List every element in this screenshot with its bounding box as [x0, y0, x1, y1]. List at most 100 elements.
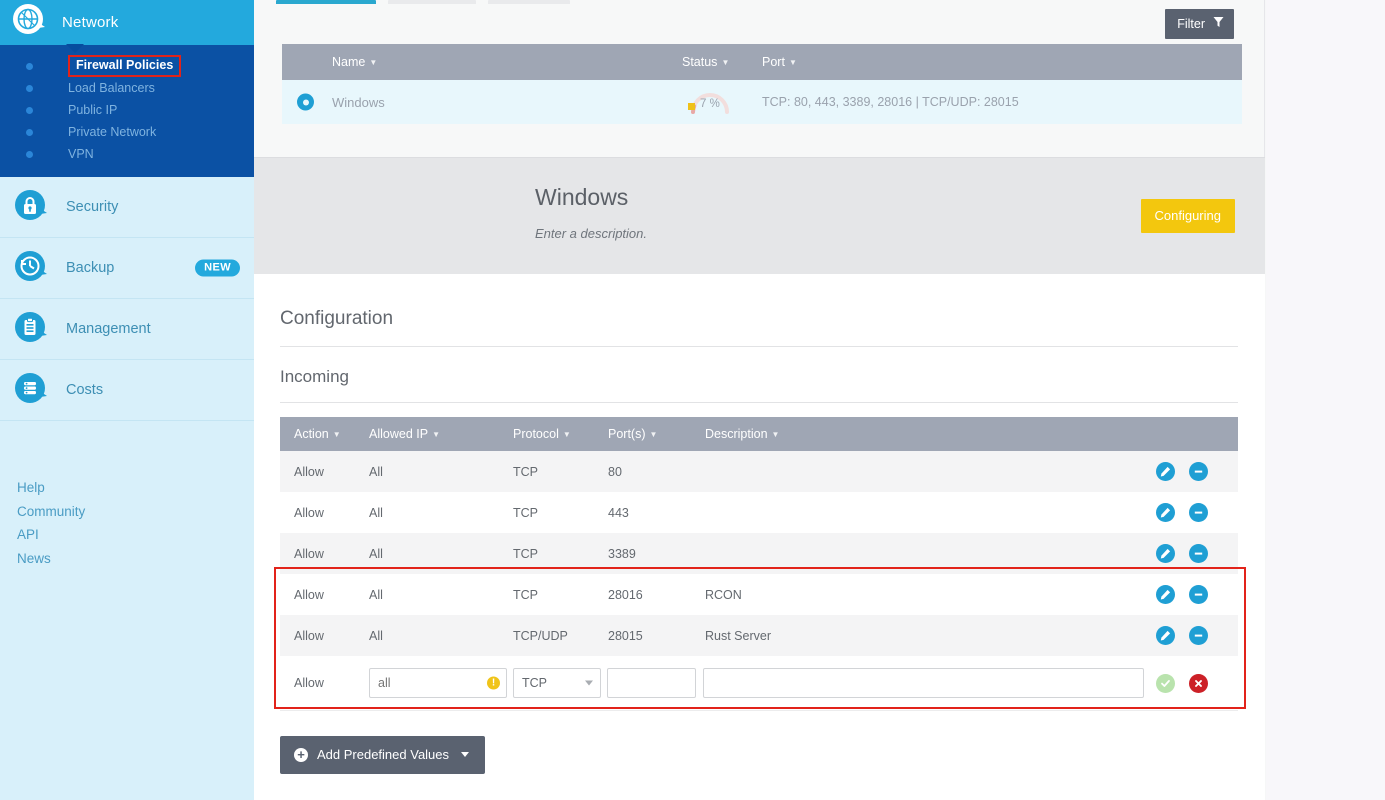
rule-protocol: TCP: [513, 464, 538, 479]
sidebar-link-api[interactable]: API: [17, 523, 254, 547]
sidebar-item-security[interactable]: Security: [0, 177, 254, 238]
edit-icon[interactable]: [1156, 585, 1175, 604]
sidebar-subnav: Firewall Policies Load Balancers Public …: [0, 45, 254, 177]
cancel-icon[interactable]: [1189, 673, 1208, 693]
policies-table: Name ▼ Status ▼ Port ▼ Windows 7 % TCP: …: [282, 44, 1242, 124]
table-row: Allow All TCP 80: [280, 451, 1238, 492]
add-predefined-values-button[interactable]: + Add Predefined Values: [280, 736, 486, 774]
sidebar: Network Firewall Policies Load Balancers…: [0, 0, 254, 800]
column-header-ports-label: Port(s): [608, 427, 646, 441]
edit-icon[interactable]: [1156, 626, 1175, 645]
rule-allowed-ip: All: [369, 628, 383, 643]
tab-strip: [276, 0, 1236, 5]
column-header-protocol[interactable]: Protocol ▼: [513, 427, 608, 441]
new-rule-action-label: Allow: [294, 676, 324, 690]
allowed-ip-field-wrap: !: [369, 668, 507, 698]
table-row: Allow All TCP 28016 RCON: [280, 574, 1238, 615]
column-header-description-label: Description: [705, 427, 768, 441]
column-header-port[interactable]: Port ▼: [762, 55, 1062, 69]
sidebar-item-firewall-policies[interactable]: Firewall Policies: [0, 55, 254, 77]
remove-icon[interactable]: [1189, 503, 1208, 522]
column-header-allowed-ip[interactable]: Allowed IP ▼: [369, 427, 513, 441]
caret-down-icon: ▼: [562, 430, 571, 439]
tab-1[interactable]: [276, 0, 376, 4]
sidebar-item-public-ip[interactable]: Public IP: [0, 99, 254, 121]
rule-protocol: TCP/UDP: [513, 628, 568, 643]
remove-icon[interactable]: [1189, 626, 1208, 645]
chevron-down-icon: [585, 680, 593, 686]
radio-selected-icon[interactable]: [297, 93, 314, 111]
protocol-select-wrap: [513, 668, 601, 698]
rule-ports: 443: [608, 505, 629, 520]
column-header-protocol-label: Protocol: [513, 427, 559, 441]
filter-button[interactable]: Filter: [1165, 9, 1234, 39]
column-header-port-label: Port: [762, 55, 785, 69]
content-panel: Filter Name ▼ Status ▼ Port ▼ Windows 7 …: [254, 0, 1265, 800]
column-header-allowed-ip-label: Allowed IP: [369, 427, 429, 441]
sidebar-item-costs[interactable]: Costs: [0, 360, 254, 421]
remove-icon[interactable]: [1189, 462, 1208, 481]
bullet-icon: [26, 107, 33, 114]
policy-status-cell: 7 %: [682, 87, 762, 117]
gauge-legend-swatch: [688, 103, 695, 110]
rule-allowed-ip: All: [369, 546, 383, 561]
sidebar-section-label: Security: [66, 199, 119, 215]
sidebar-item-private-network[interactable]: Private Network: [0, 121, 254, 143]
column-header-description[interactable]: Description ▼: [705, 427, 1238, 441]
sidebar-item-network[interactable]: Network: [0, 0, 254, 53]
description-input[interactable]: [703, 668, 1144, 698]
remove-icon[interactable]: [1189, 585, 1208, 604]
edit-icon[interactable]: [1156, 503, 1175, 522]
tab-2[interactable]: [388, 0, 476, 4]
sidebar-item-backup[interactable]: Backup NEW: [0, 238, 254, 299]
sidebar-item-vpn[interactable]: VPN: [0, 143, 254, 165]
rule-allowed-ip: All: [369, 587, 383, 602]
table-row[interactable]: Windows 7 % TCP: 80, 443, 3389, 28016 | …: [282, 80, 1242, 124]
edit-icon[interactable]: [1156, 462, 1175, 481]
remove-icon[interactable]: [1189, 544, 1208, 563]
sidebar-link-help[interactable]: Help: [17, 476, 254, 500]
policy-name-cell: Windows: [282, 93, 682, 111]
new-rule-operations: [1156, 673, 1238, 693]
clock-restore-icon: [14, 249, 48, 288]
rule-operations: [1156, 503, 1238, 522]
rules-bottom-divider: [280, 710, 1238, 711]
filter-button-label: Filter: [1177, 16, 1205, 31]
column-header-status[interactable]: Status ▼: [682, 55, 762, 69]
rule-operations: [1156, 626, 1238, 645]
column-header-ports[interactable]: Port(s) ▼: [608, 427, 705, 441]
rule-action: Allow: [294, 628, 324, 643]
main-area: Filter Name ▼ Status ▼ Port ▼ Windows 7 …: [254, 0, 1385, 800]
sidebar-link-news[interactable]: News: [17, 547, 254, 571]
lock-icon: [14, 188, 48, 227]
sidebar-link-community[interactable]: Community: [17, 500, 254, 524]
sidebar-section-label: Management: [66, 321, 151, 337]
status-badge[interactable]: Configuring: [1140, 199, 1235, 233]
rule-description: RCON: [705, 587, 742, 602]
sidebar-item-management[interactable]: Management: [0, 299, 254, 360]
bullet-icon: [26, 85, 33, 92]
rule-operations: [1156, 462, 1238, 481]
tab-3[interactable]: [488, 0, 570, 4]
table-row: Allow All TCP/UDP 28015 Rust Server: [280, 615, 1238, 656]
clipboard-icon: [14, 310, 48, 349]
configuration-heading: Configuration: [280, 308, 1238, 347]
sidebar-item-load-balancers[interactable]: Load Balancers: [0, 77, 254, 99]
ports-input[interactable]: [607, 668, 696, 698]
column-header-action[interactable]: Action ▼: [280, 427, 369, 441]
configuration-section: Configuration Incoming Action ▼ Allowed I…: [254, 274, 1265, 800]
column-header-name[interactable]: Name ▼: [282, 55, 682, 69]
confirm-icon[interactable]: [1156, 673, 1175, 693]
rule-ports: 28016: [608, 587, 643, 602]
table-row: Allow All TCP 443: [280, 492, 1238, 533]
caret-down-icon: ▼: [788, 58, 797, 67]
edit-icon[interactable]: [1156, 544, 1175, 563]
rules-table: Action ▼ Allowed IP ▼ Protocol ▼ Port(s) ▼ D…: [280, 417, 1238, 710]
sidebar-subitem-label: Load Balancers: [68, 81, 155, 95]
sidebar-header-label: Network: [62, 14, 119, 31]
rule-action: Allow: [294, 505, 324, 520]
description-placeholder[interactable]: Enter a description.: [535, 226, 647, 241]
rule-protocol: TCP: [513, 546, 538, 561]
rule-protocol: TCP: [513, 505, 538, 520]
ports-field-wrap: [607, 668, 696, 698]
